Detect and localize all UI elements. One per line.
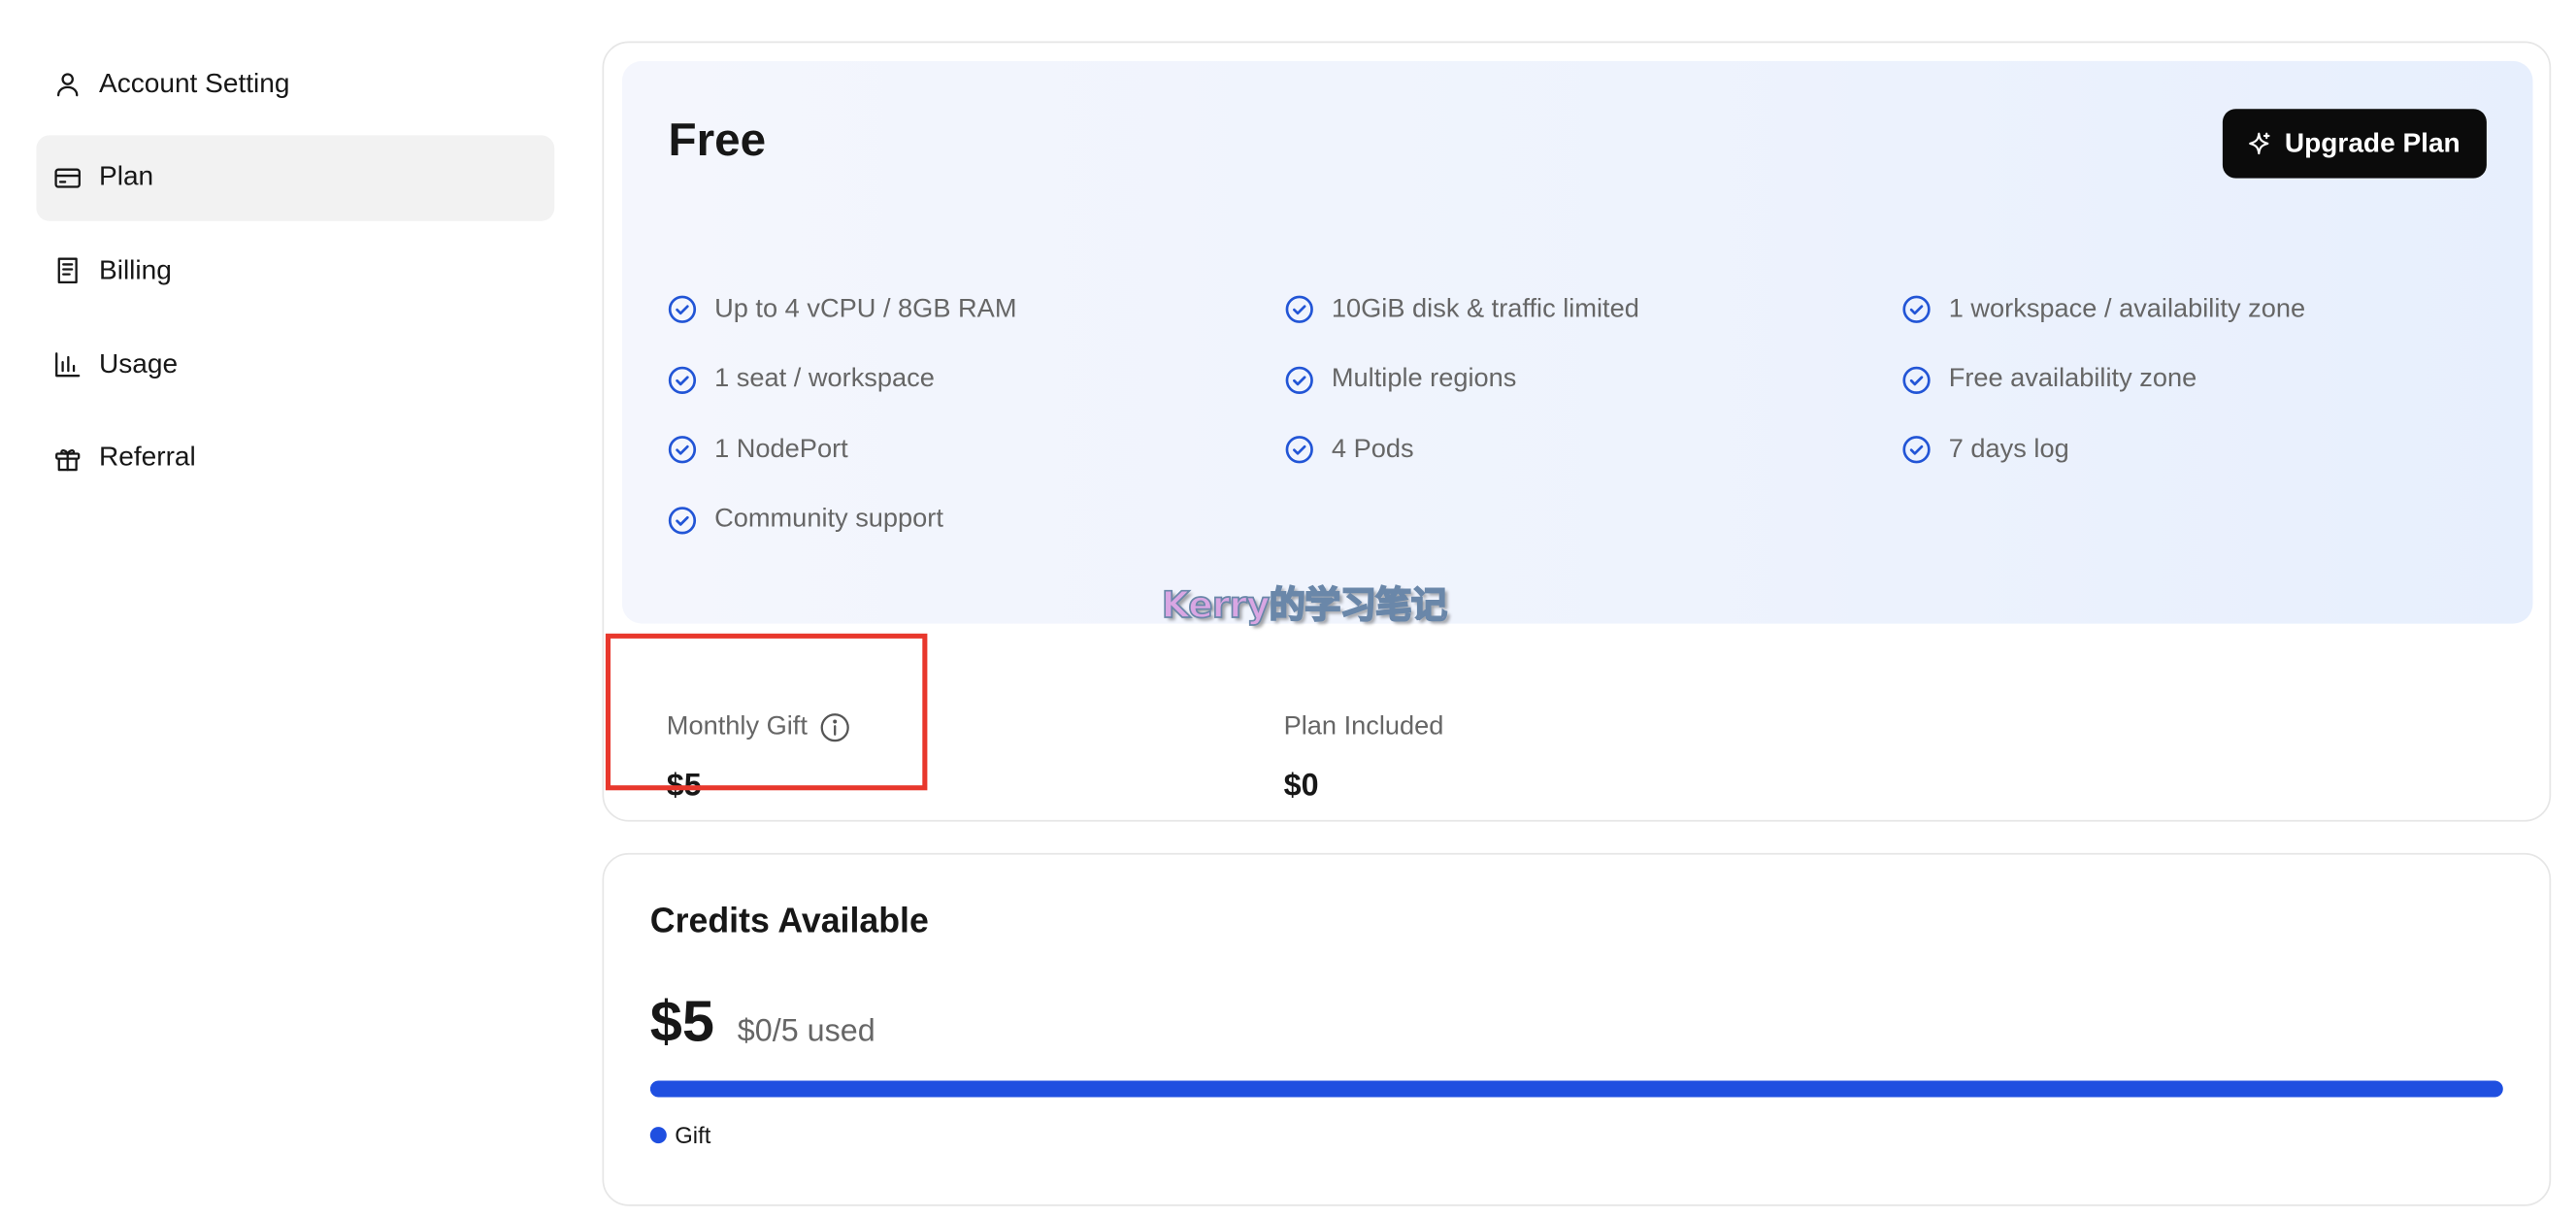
upgrade-plan-label: Upgrade Plan — [2284, 127, 2460, 158]
check-circle-icon — [1900, 434, 1932, 465]
check-circle-icon — [1900, 294, 1932, 325]
list-item: 1 workspace / availability zone — [1900, 290, 2514, 328]
feature-label: 7 days log — [1948, 434, 2069, 463]
feature-label: 1 seat / workspace — [714, 364, 935, 393]
credit-card-icon — [52, 163, 83, 193]
list-item: Free availability zone — [1900, 360, 2514, 398]
receipt-icon — [52, 256, 83, 286]
feature-label: Free availability zone — [1948, 364, 2197, 393]
credits-title: Credits Available — [649, 902, 929, 940]
watermark-text: Kerry的学习笔记 — [1161, 585, 1448, 628]
credits-legend: Gift — [649, 1122, 711, 1149]
list-item: Multiple regions — [1284, 360, 1901, 398]
check-circle-icon — [1284, 434, 1315, 465]
sidebar-item-usage[interactable]: Usage — [36, 322, 554, 408]
check-circle-icon — [1284, 294, 1315, 325]
user-icon — [52, 69, 83, 99]
bar-chart-icon — [52, 350, 83, 380]
list-item: 1 NodePort — [667, 431, 1284, 469]
list-item: 7 days log — [1900, 431, 2514, 469]
list-item: 10GiB disk & traffic limited — [1284, 290, 1901, 328]
legend-dot-icon — [649, 1127, 667, 1144]
feature-label: 4 Pods — [1331, 434, 1414, 463]
check-circle-icon — [667, 364, 698, 395]
check-circle-icon — [667, 294, 698, 325]
feature-label: Multiple regions — [1331, 364, 1517, 393]
sparkle-icon — [2245, 130, 2271, 156]
upgrade-plan-button[interactable]: Upgrade Plan — [2222, 109, 2487, 179]
credits-amount-row: $5 $0/5 used — [650, 990, 875, 1056]
sidebar-item-plan[interactable]: Plan — [36, 134, 555, 221]
app-root: Account Setting Plan Billing Usage Refer… — [0, 0, 2576, 1218]
sidebar: Account Setting Plan Billing Usage Refer… — [36, 42, 555, 510]
plan-features-list: Up to 4 vCPU / 8GB RAM 10GiB disk & traf… — [667, 290, 2515, 571]
list-item: Community support — [667, 501, 1284, 539]
feature-label: 1 NodePort — [714, 434, 848, 463]
annotation-highlight-box — [605, 633, 928, 791]
plan-included-stat: Plan Included $0 — [1284, 711, 1444, 806]
check-circle-icon — [667, 504, 698, 535]
list-item: Up to 4 vCPU / 8GB RAM — [667, 290, 1284, 328]
credits-progress-bar — [649, 1080, 2503, 1098]
legend-label: Gift — [675, 1122, 711, 1149]
sidebar-item-label: Usage — [99, 348, 179, 379]
sidebar-item-billing[interactable]: Billing — [36, 228, 554, 313]
credits-amount: $5 — [649, 990, 714, 1055]
sidebar-item-label: Referral — [99, 443, 196, 473]
feature-label: Community support — [714, 505, 943, 534]
plan-name: Free — [668, 114, 767, 165]
credits-used-text: $0/5 used — [737, 1014, 875, 1050]
sidebar-item-referral[interactable]: Referral — [36, 415, 554, 501]
feature-label: Up to 4 vCPU / 8GB RAM — [714, 294, 1017, 323]
plan-hero-panel: Free Upgrade Plan Up to 4 vCPU / 8GB RAM… — [621, 60, 2533, 624]
plan-included-value: $0 — [1283, 769, 1319, 804]
sidebar-item-account-setting[interactable]: Account Setting — [36, 42, 554, 127]
check-circle-icon — [1284, 364, 1315, 395]
list-item: 1 seat / workspace — [667, 360, 1284, 398]
check-circle-icon — [1900, 364, 1932, 395]
feature-label: 1 workspace / availability zone — [1948, 294, 2306, 323]
credits-card: Credits Available $5 $0/5 used Gift — [602, 852, 2552, 1206]
check-circle-icon — [667, 434, 698, 465]
sidebar-item-label: Account Setting — [99, 68, 290, 99]
sidebar-item-label: Plan — [99, 161, 154, 192]
sidebar-item-label: Billing — [99, 255, 172, 285]
gift-icon — [52, 444, 83, 474]
plan-included-label: Plan Included — [1283, 712, 1444, 741]
feature-label: 10GiB disk & traffic limited — [1331, 294, 1639, 323]
credits-progress-fill — [649, 1080, 2503, 1098]
list-item: 4 Pods — [1284, 431, 1901, 469]
